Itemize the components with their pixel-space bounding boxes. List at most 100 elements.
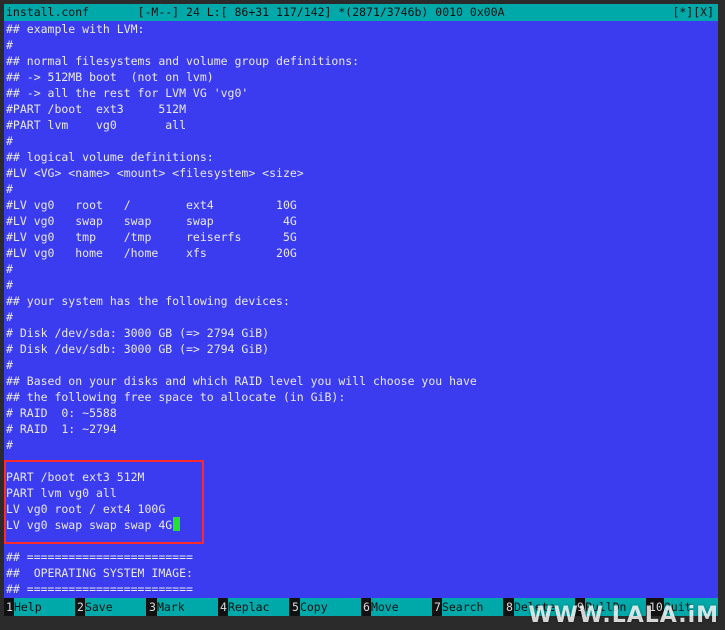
editor-line[interactable]: ## ======================== (4, 581, 718, 597)
fkey-label: Help (13, 598, 75, 616)
editor-line[interactable]: ## your system has the following devices… (4, 293, 718, 309)
editor-line[interactable]: LV vg0 swap swap swap 4G (4, 517, 718, 533)
text-editor-area[interactable]: ## example with LVM: # ## normal filesyste… (4, 21, 718, 598)
fkey-number: 2 (75, 598, 85, 616)
editor-line-text: ## OPERATING SYSTEM IMAGE: (6, 566, 193, 580)
fkey-number: 7 (432, 598, 442, 616)
editor-line[interactable]: #LV vg0 tmp /tmp reiserfs 5G (4, 229, 718, 245)
editor-line-text: # Disk /dev/sda: 3000 GB (=> 2794 GiB) (6, 326, 270, 340)
fkey-replac-button[interactable]: 4 Replac (218, 598, 289, 616)
editor-line[interactable]: #PART lvm vg0 all (4, 117, 718, 133)
editor-line-text: #LV vg0 swap swap swap 4G (6, 214, 297, 228)
editor-line[interactable] (4, 533, 718, 549)
fkey-move-button[interactable]: 6 Move (361, 598, 432, 616)
editor-status-bar: install.conf [-M--] 24 L:[ 86+31 117/142… (4, 4, 718, 21)
fkey-save-button[interactable]: 2 Save (75, 598, 146, 616)
editor-line-text: # (6, 278, 13, 292)
editor-line[interactable]: LV vg0 root / ext4 100G (4, 501, 718, 517)
watermark: WWW.LALA.iM (528, 603, 719, 628)
fkey-number: 5 (290, 598, 300, 616)
editor-line-text: LV vg0 swap swap swap 4G (6, 518, 173, 532)
editor-line-text: LV vg0 root / ext4 100G (6, 502, 166, 516)
editor-line-text: # (6, 38, 13, 52)
fkey-search-button[interactable]: 7 Search (432, 598, 503, 616)
editor-line-text: ## example with LVM: (6, 22, 145, 36)
editor-line[interactable]: # (4, 309, 718, 325)
editor-line[interactable]: ## ======================== (4, 549, 718, 565)
editor-line-text: ## -> all the rest for LVM VG 'vg0' (6, 86, 249, 100)
editor-line[interactable]: # (4, 261, 718, 277)
fkey-mark-button[interactable]: 3 Mark (147, 598, 218, 616)
fkey-label: Mark (156, 598, 218, 616)
fkey-label: Replac (227, 598, 289, 616)
editor-line-text: # (6, 262, 13, 276)
fkey-label: Move (370, 598, 432, 616)
fkey-label: Save (84, 598, 146, 616)
mcedit-editor: install.conf [-M--] 24 L:[ 86+31 117/142… (4, 4, 718, 616)
status-left: install.conf [-M--] 24 L:[ 86+31 117/142… (6, 4, 505, 21)
editor-line-text: ## Based on your disks and which RAID le… (6, 374, 477, 388)
filename-label: install.conf (6, 5, 90, 19)
editor-line[interactable]: # (4, 37, 718, 53)
editor-line-text: ## your system has the following devices… (6, 294, 290, 308)
fkey-number: 6 (361, 598, 371, 616)
editor-line[interactable] (4, 453, 718, 469)
text-cursor (173, 517, 181, 531)
editor-line-text: # (6, 182, 13, 196)
editor-line-text: # (6, 438, 13, 452)
editor-line[interactable]: ## the following free space to allocate … (4, 389, 718, 405)
editor-line[interactable]: PART lvm vg0 all (4, 485, 718, 501)
editor-line-text: ## -> 512MB boot (not on lvm) (6, 70, 214, 84)
editor-line[interactable]: PART /boot ext3 512M (4, 469, 718, 485)
editor-line-text: # RAID 1: ~2794 (6, 422, 117, 436)
editor-line[interactable]: #LV <VG> <name> <mount> <filesystem> <si… (4, 165, 718, 181)
editor-line[interactable]: ## logical volume definitions: (4, 149, 718, 165)
editor-line-text: ## ======================== (6, 550, 193, 564)
editor-line-text: ## normal filesystems and volume group d… (6, 54, 360, 68)
editor-line[interactable]: #PART /boot ext3 512M (4, 101, 718, 117)
editor-line[interactable]: # (4, 181, 718, 197)
editor-line[interactable]: # Disk /dev/sda: 3000 GB (=> 2794 GiB) (4, 325, 718, 341)
fkey-number: 4 (218, 598, 228, 616)
fkey-help-button[interactable]: 1 Help (4, 598, 75, 616)
window-flags[interactable]: [*][X] (672, 4, 714, 21)
editor-line[interactable]: ## -> 512MB boot (not on lvm) (4, 69, 718, 85)
editor-line[interactable]: # RAID 1: ~2794 (4, 421, 718, 437)
editor-line-text: ## the following free space to allocate … (6, 390, 346, 404)
editor-line-text: PART /boot ext3 512M (6, 470, 145, 484)
editor-line[interactable]: # (4, 133, 718, 149)
editor-line-text: #LV vg0 root / ext4 10G (6, 198, 297, 212)
editor-line-text: # (6, 310, 13, 324)
editor-line-text: #LV <VG> <name> <mount> <filesystem> <si… (6, 166, 304, 180)
fkey-number: 3 (147, 598, 157, 616)
editor-line[interactable]: # (4, 437, 718, 453)
fkey-number: 8 (504, 598, 514, 616)
editor-line[interactable]: # (4, 357, 718, 373)
editor-line-text: #LV vg0 home /home xfs 20G (6, 246, 297, 260)
editor-line-text: # (6, 358, 13, 372)
editor-line-text: PART lvm vg0 all (6, 486, 117, 500)
editor-line[interactable]: ## Based on your disks and which RAID le… (4, 373, 718, 389)
editor-line[interactable]: #LV vg0 swap swap swap 4G (4, 213, 718, 229)
editor-line-text: ## ======================== (6, 582, 193, 596)
editor-line[interactable]: ## OPERATING SYSTEM IMAGE: (4, 565, 718, 581)
editor-line-text: ## logical volume definitions: (6, 150, 214, 164)
editor-line[interactable]: # Disk /dev/sdb: 3000 GB (=> 2794 GiB) (4, 341, 718, 357)
editor-line[interactable]: ## -> all the rest for LVM VG 'vg0' (4, 85, 718, 101)
editor-line[interactable]: ## normal filesystems and volume group d… (4, 53, 718, 69)
editor-line-text: # (6, 134, 13, 148)
editor-line-text: #LV vg0 tmp /tmp reiserfs 5G (6, 230, 297, 244)
editor-line[interactable]: ## example with LVM: (4, 21, 718, 37)
editor-line-text: #PART lvm vg0 all (6, 118, 187, 132)
editor-line-text: # Disk /dev/sdb: 3000 GB (=> 2794 GiB) (6, 342, 270, 356)
editor-line[interactable]: # (4, 277, 718, 293)
editor-line[interactable]: #LV vg0 root / ext4 10G (4, 197, 718, 213)
fkey-label: Copy (299, 598, 361, 616)
fkey-copy-button[interactable]: 5 Copy (290, 598, 361, 616)
fkey-label: Search (441, 598, 503, 616)
editor-line[interactable]: # RAID 0: ~5588 (4, 405, 718, 421)
editor-line-text: #PART /boot ext3 512M (6, 102, 187, 116)
status-info: [-M--] 24 L:[ 86+31 117/142] *(2871/3746… (137, 5, 505, 19)
editor-line-text: # RAID 0: ~5588 (6, 406, 117, 420)
editor-line[interactable]: #LV vg0 home /home xfs 20G (4, 245, 718, 261)
